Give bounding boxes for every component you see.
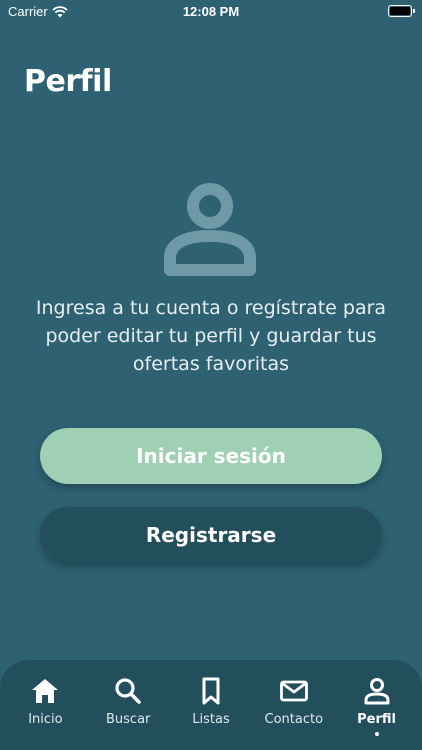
tab-label: Contacto xyxy=(264,712,324,727)
tab-inicio[interactable]: Inicio xyxy=(5,660,85,750)
tab-contacto[interactable]: Contacto xyxy=(254,660,334,750)
login-prompt-message: Ingresa a tu cuenta o regístrate para po… xyxy=(35,297,387,375)
register-button[interactable]: Registrarse xyxy=(40,507,382,563)
person-placeholder-icon xyxy=(164,183,256,276)
battery-icon xyxy=(388,5,412,17)
person-icon xyxy=(364,678,390,705)
login-button[interactable]: Iniciar sesión xyxy=(40,428,382,484)
tab-bar: Inicio Buscar Listas Contacto Perfil xyxy=(0,660,422,750)
bookmark-icon xyxy=(202,677,220,705)
tab-label: Buscar xyxy=(105,712,151,727)
home-icon xyxy=(32,679,59,703)
tab-perfil[interactable]: Perfil xyxy=(337,660,417,750)
tab-label: Perfil xyxy=(357,712,396,727)
tab-label: Listas xyxy=(192,712,230,727)
status-time: 12:08 PM xyxy=(182,4,240,19)
tab-buscar[interactable]: Buscar xyxy=(88,660,168,750)
status-bar: Carrier 12:08 PM xyxy=(0,0,422,24)
tab-listas[interactable]: Listas xyxy=(171,660,251,750)
mail-icon xyxy=(279,680,308,702)
page-title: Perfil xyxy=(24,64,112,99)
active-tab-indicator xyxy=(374,732,379,736)
search-icon xyxy=(115,678,141,704)
tab-label: Inicio xyxy=(28,712,63,727)
battery-tip xyxy=(413,9,415,13)
